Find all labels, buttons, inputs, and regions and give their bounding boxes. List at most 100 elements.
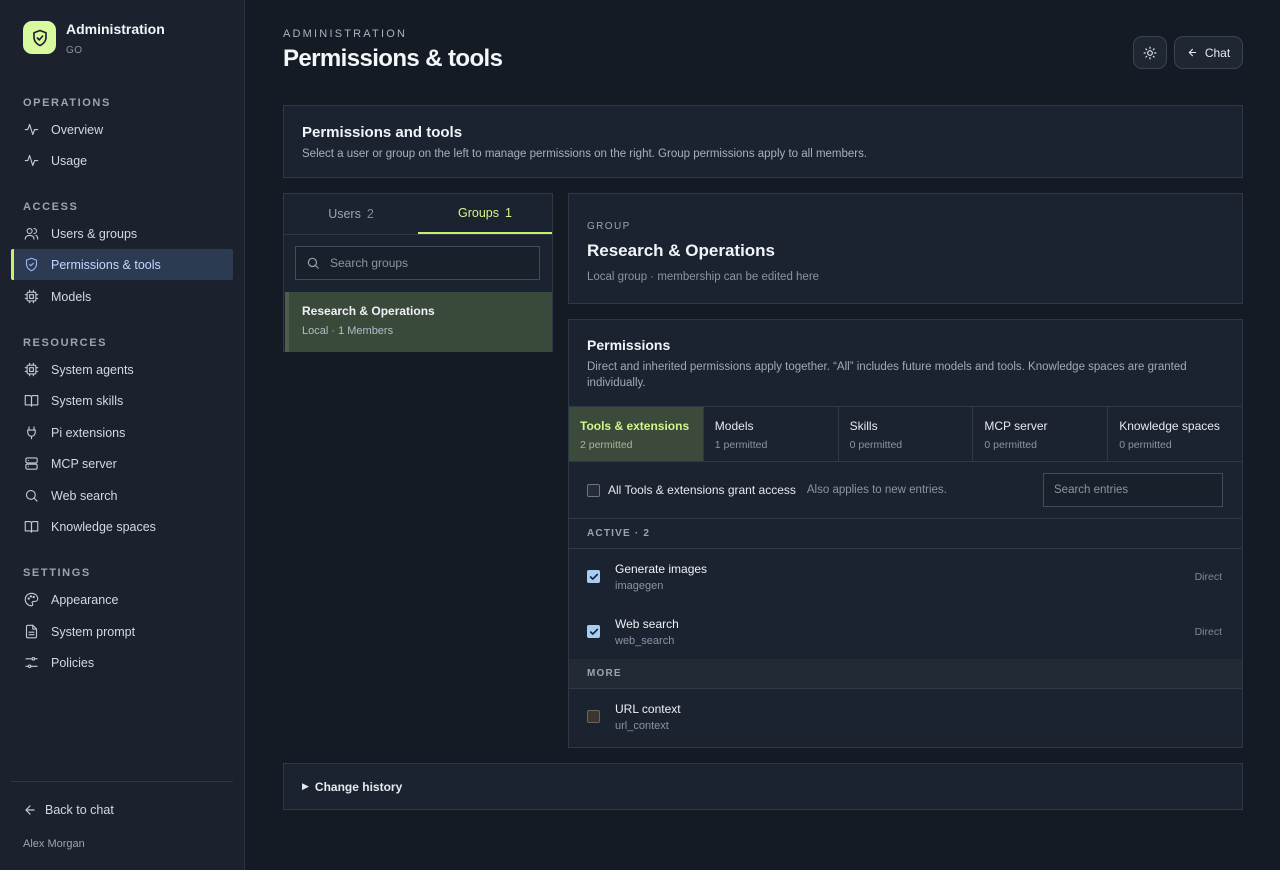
sidebar-item-label: Users & groups (51, 226, 138, 241)
palette-icon (24, 592, 39, 607)
tab-permitted-count: 2 permitted (580, 439, 633, 451)
search-entries-input[interactable] (1043, 473, 1223, 507)
permission-category-tabs: Tools & extensions 2 permitted Models 1 … (569, 407, 1242, 462)
permissions-header: Permissions Direct and inherited permiss… (569, 320, 1242, 407)
sun-icon (1143, 46, 1157, 59)
entry-name: Web search (615, 616, 679, 631)
nav-section-operations: OPERATIONS (23, 97, 111, 109)
server-icon (25, 457, 38, 470)
sidebar-item-label: Usage (51, 153, 88, 168)
sidebar-item-label: System agents (51, 362, 134, 377)
group-item-meta: Local · 1 Members (302, 325, 394, 337)
group-name: Research & Operations (587, 241, 776, 260)
tab-permitted-count: 0 permitted (849, 439, 903, 451)
brand-title: Administration (66, 21, 165, 37)
sidebar-item-label: Knowledge spaces (51, 519, 156, 534)
sidebar-item-label: System skills (51, 393, 124, 408)
tab-count: 1 (505, 206, 512, 220)
chat-button[interactable]: Chat (1174, 36, 1243, 69)
entry-checkbox[interactable] (587, 625, 600, 638)
tab-users[interactable]: Users 2 (284, 194, 418, 234)
nav-section-resources: RESOURCES (23, 337, 108, 349)
sidebar-item-label: Overview (51, 122, 104, 137)
tab-groups[interactable]: Groups 1 (418, 194, 552, 234)
tab-permitted-count: 0 permitted (1119, 439, 1172, 451)
arrow-left-icon (1188, 48, 1197, 57)
sidebar-item-permissions-tools[interactable]: Permissions & tools (11, 249, 233, 280)
tab-name: Models (714, 419, 754, 433)
tab-name: Skills (849, 419, 878, 433)
sidebar-item-label: Models (51, 289, 92, 304)
entry-name: URL context (615, 701, 681, 716)
tab-mcp-server[interactable]: MCP server 0 permitted (973, 407, 1109, 461)
users-icon (24, 227, 39, 240)
sidebar-item-label: Policies (51, 655, 95, 670)
theme-toggle-button[interactable] (1133, 36, 1167, 69)
sidebar-item-appearance[interactable]: Appearance (11, 584, 233, 615)
sidebar: Administration GO OPERATIONS Overview Us… (0, 0, 245, 870)
activity-icon (24, 154, 39, 167)
tab-knowledge-spaces[interactable]: Knowledge spaces 0 permitted (1108, 407, 1242, 461)
change-history-label: Change history (314, 779, 403, 794)
grant-all-row: All Tools & extensions grant access Also… (569, 462, 1242, 519)
sidebar-item-mcp-server[interactable]: MCP server (11, 448, 233, 479)
search-groups-input[interactable] (330, 256, 530, 270)
sidebar-item-pi-extensions[interactable]: Pi extensions (11, 417, 233, 448)
file-icon (25, 624, 38, 639)
tab-tools-extensions[interactable]: Tools & extensions 2 permitted (569, 407, 704, 461)
sidebar-item-label: Appearance (51, 592, 119, 607)
entry-source: Direct (1194, 570, 1222, 583)
grant-all-hint: Also applies to new entries. (806, 484, 947, 496)
permission-entry: Generate images imagegen Direct (569, 549, 1242, 604)
brand-subtitle: GO (66, 45, 83, 56)
activity-icon (24, 123, 39, 136)
permission-entry: URL context url_context (569, 689, 1242, 744)
page-title: Permissions & tools (283, 45, 503, 72)
tab-skills[interactable]: Skills 0 permitted (839, 407, 974, 461)
sidebar-item-knowledge-spaces[interactable]: Knowledge spaces (11, 511, 233, 542)
sidebar-item-web-search[interactable]: Web search (11, 480, 233, 511)
permissions-description: Direct and inherited permissions apply t… (587, 361, 1187, 389)
cpu-icon (24, 289, 39, 304)
principal-tabs: Users 2 Groups 1 (284, 194, 552, 235)
sidebar-item-usage[interactable]: Usage (11, 145, 233, 176)
user-name: Alex Morgan (23, 838, 85, 850)
intro-description: Select a user or group on the left to ma… (302, 148, 868, 160)
book-icon (24, 394, 39, 407)
active-section-label: ACTIVE · 2 (569, 519, 1242, 549)
grant-all-checkbox[interactable] (587, 483, 600, 497)
sidebar-item-system-skills[interactable]: System skills (11, 385, 233, 416)
check-icon (589, 628, 598, 635)
nav-section-access: ACCESS (23, 201, 79, 213)
sidebar-item-system-agents[interactable]: System agents (11, 354, 233, 385)
sidebar-item-policies[interactable]: Policies (11, 647, 233, 678)
entry-code: imagegen (615, 579, 664, 592)
book-icon (24, 520, 39, 533)
grant-all-label: All Tools & extensions grant access (608, 483, 796, 497)
search-icon (25, 489, 38, 502)
sidebar-item-models[interactable]: Models (11, 281, 233, 312)
sidebar-item-overview[interactable]: Overview (11, 114, 233, 145)
change-history-toggle[interactable]: ▶ Change history (283, 763, 1243, 810)
more-section-label: MORE (569, 659, 1242, 689)
check-icon (589, 573, 598, 580)
list-item-group[interactable]: Research & Operations Local · 1 Members (285, 292, 552, 352)
sidebar-item-system-prompt[interactable]: System prompt (11, 616, 233, 647)
tab-name: Knowledge spaces (1119, 419, 1220, 433)
page-eyebrow: ADMINISTRATION (283, 28, 408, 40)
entry-checkbox[interactable] (587, 570, 600, 583)
arrow-left-icon (25, 805, 35, 815)
tab-models[interactable]: Models 1 permitted (704, 407, 839, 461)
shield-check-icon (23, 21, 56, 54)
sidebar-item-label: Permissions & tools (51, 257, 161, 272)
brand: Administration GO (23, 21, 165, 56)
tab-permitted-count: 1 permitted (714, 439, 768, 451)
entry-source: Direct (1194, 625, 1222, 638)
group-label: GROUP (587, 221, 631, 232)
sidebar-item-label: MCP server (51, 456, 117, 471)
sliders-icon (25, 656, 38, 669)
sidebar-item-label: System prompt (51, 624, 136, 639)
sidebar-item-users-groups[interactable]: Users & groups (11, 218, 233, 249)
entry-checkbox[interactable] (587, 710, 600, 723)
back-to-chat-link[interactable]: Back to chat (23, 803, 114, 817)
